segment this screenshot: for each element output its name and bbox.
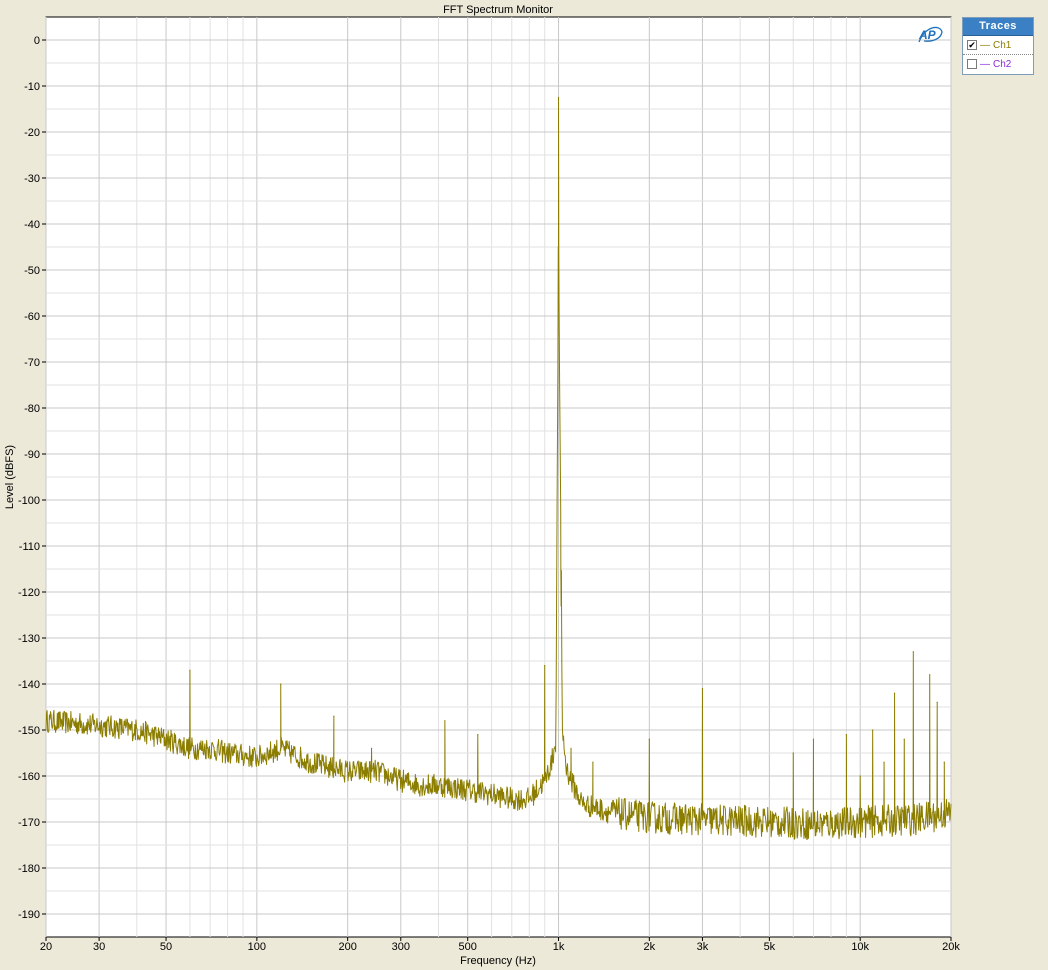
y-tick-label: -60: [24, 311, 40, 323]
x-axis-label: Frequency (Hz): [460, 955, 536, 967]
y-tick-label: -180: [18, 863, 40, 875]
x-tick-label: 30: [93, 941, 105, 953]
y-tick-label: -110: [19, 541, 40, 553]
peak-point: [280, 683, 282, 685]
y-tick-label: -30: [24, 173, 40, 185]
peak-point: [544, 665, 546, 667]
peak-point: [444, 720, 446, 722]
peak-point: [943, 761, 945, 763]
ch2-line-swatch: —: [980, 58, 990, 70]
y-axis-ticks: 0 -10 -20 -30 -40 -50 -60 -70 -80 -90 -100 -110 -120…: [18, 35, 46, 921]
y-tick-label: -190: [18, 909, 40, 921]
peak-point: [792, 752, 794, 754]
legend-item-ch2[interactable]: — Ch2: [963, 54, 1033, 73]
traces-legend: Traces ✔ — Ch1 — Ch2: [962, 17, 1034, 75]
fft-spectrum-chart: FFT Spectrum Monitor 0 -10 -20 -30 -40 -50 -60…: [4, 4, 960, 967]
ap-logo-text: AP: [918, 28, 937, 42]
peak-point: [333, 715, 335, 717]
x-tick-label: 2k: [644, 941, 656, 953]
peak-point: [936, 701, 938, 704]
peak-point: [592, 761, 594, 763]
peak-point: [859, 775, 861, 777]
x-tick-label: 100: [248, 941, 266, 953]
x-tick-label: 20k: [942, 941, 960, 953]
x-tick-label: 3k: [697, 941, 709, 953]
y-tick-label: -140: [18, 679, 40, 691]
x-tick-label: 10k: [851, 941, 869, 953]
x-tick-label: 50: [160, 941, 172, 953]
peak-point: [189, 669, 191, 671]
legend-item-ch1[interactable]: ✔ — Ch1: [963, 36, 1033, 54]
ch1-label: Ch1: [993, 39, 1012, 51]
y-tick-label: -10: [24, 81, 40, 93]
y-tick-label: -50: [24, 265, 40, 277]
x-tick-label: 1k: [553, 941, 565, 953]
y-tick-label: -20: [24, 127, 40, 139]
y-tick-label: -80: [24, 403, 40, 415]
peak-point: [477, 734, 479, 736]
x-tick-label: 20: [40, 941, 52, 953]
ch1-line-swatch: —: [980, 39, 990, 51]
peak-point: [648, 738, 650, 740]
y-tick-label: -150: [18, 725, 40, 737]
y-tick-label: -130: [18, 633, 40, 645]
y-tick-label: -160: [18, 771, 40, 783]
x-tick-label: 500: [459, 941, 477, 953]
y-tick-label: -100: [18, 495, 40, 507]
x-tick-label: 300: [392, 941, 410, 953]
peak-point: [903, 738, 905, 740]
y-tick-label: -120: [18, 587, 40, 599]
peak-point: [893, 692, 896, 694]
y-tick-label: -40: [24, 219, 40, 231]
peak-point: [883, 761, 885, 763]
peak-point: [845, 734, 847, 736]
peak-point: [929, 674, 931, 676]
y-tick-label: 0: [34, 35, 40, 47]
ch1-checkbox[interactable]: ✔: [967, 40, 977, 50]
traces-legend-title: Traces: [963, 18, 1033, 36]
peak-point: [370, 747, 373, 750]
ch2-checkbox[interactable]: [967, 59, 977, 69]
y-tick-label: -90: [24, 449, 40, 461]
y-tick-label: -170: [18, 817, 40, 829]
peak-point: [570, 747, 572, 750]
peak-point: [560, 605, 562, 607]
ch2-label: Ch2: [993, 58, 1012, 70]
peak-point: [701, 688, 704, 690]
peak-point: [812, 738, 815, 740]
peak-point: [912, 651, 914, 653]
x-axis-ticks: 20 30 50 100 200 300 500 1k 2k 3k 5k 10k 20k: [40, 937, 960, 953]
x-tick-label: 5k: [764, 941, 776, 953]
chart-title: FFT Spectrum Monitor: [443, 4, 553, 16]
peak-point: [872, 729, 874, 731]
y-tick-label: -70: [24, 357, 40, 369]
y-axis-label: Level (dBFS): [4, 445, 16, 509]
peak-point: [557, 96, 560, 99]
x-tick-label: 200: [338, 941, 356, 953]
